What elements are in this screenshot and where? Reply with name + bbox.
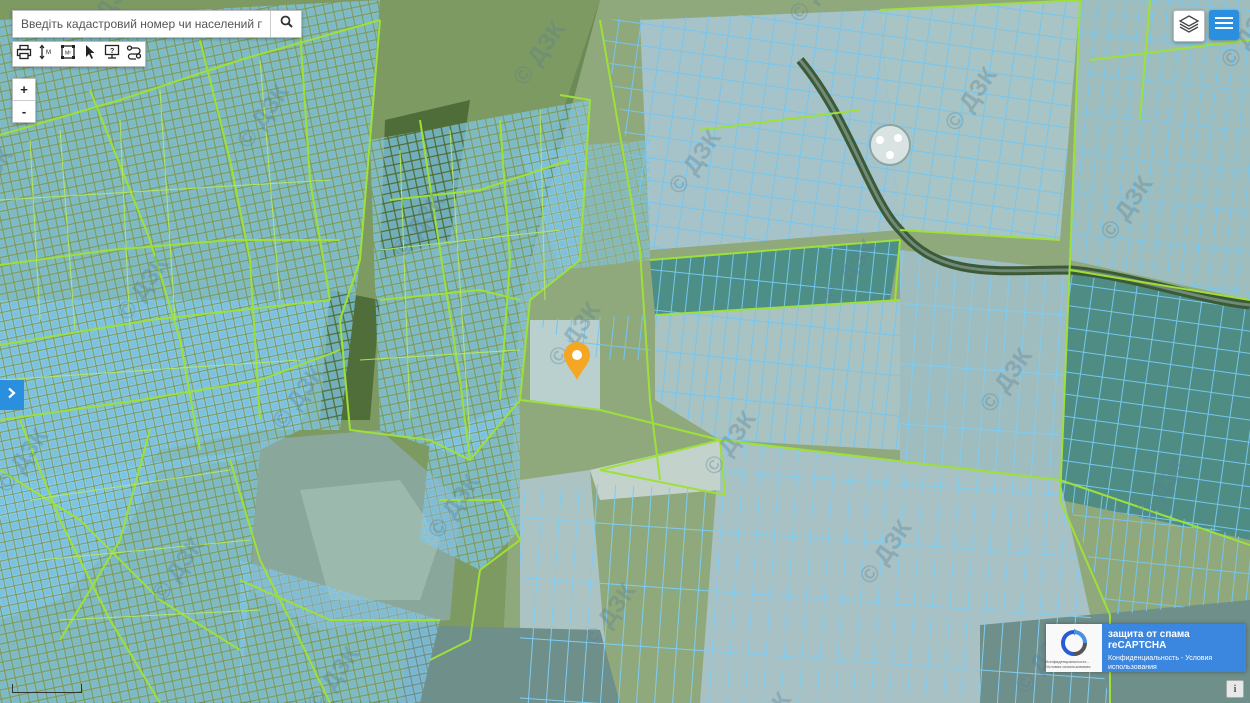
- zoom-out-button[interactable]: -: [13, 100, 35, 122]
- zoom-control: + -: [12, 78, 36, 123]
- identify-button[interactable]: ?: [101, 42, 123, 66]
- layers-button[interactable]: [1173, 10, 1205, 42]
- info-icon[interactable]: i: [1226, 680, 1244, 698]
- svg-text:M: M: [46, 50, 51, 56]
- cadastral-map[interactable]: © ДЗК: [0, 0, 1250, 703]
- chevron-right-icon: [6, 386, 18, 404]
- recaptcha-mini-links: Конфиденциальность - Условия использован…: [1046, 658, 1091, 669]
- search-input[interactable]: [13, 11, 270, 37]
- measure-area-icon: M²: [60, 44, 76, 65]
- print-button[interactable]: [13, 42, 35, 66]
- scale-bar: [12, 684, 82, 693]
- select-tool-button[interactable]: [79, 42, 101, 66]
- side-panel-toggle[interactable]: [0, 380, 24, 410]
- svg-text:?: ?: [110, 48, 114, 55]
- recaptcha-links[interactable]: Конфиденциальность - Условия использован…: [1108, 654, 1240, 672]
- watermark: [0, 0, 1250, 703]
- map-toolbar: M M² ?: [12, 41, 146, 67]
- measure-distance-icon: M: [38, 44, 54, 65]
- measure-area-button[interactable]: M²: [57, 42, 79, 66]
- recaptcha-logo: Конфиденциальность - Условия использован…: [1046, 624, 1102, 672]
- search-bar: [12, 10, 302, 38]
- layers-icon: [1178, 14, 1200, 39]
- svg-text:M²: M²: [65, 50, 71, 56]
- recaptcha-badge[interactable]: Конфиденциальность - Условия использован…: [1046, 624, 1246, 672]
- search-icon: [280, 15, 293, 33]
- info-identify-icon: ?: [104, 44, 120, 65]
- menu-button[interactable]: [1209, 10, 1239, 40]
- print-icon: [16, 44, 32, 65]
- route-icon: [126, 44, 142, 65]
- route-button[interactable]: [123, 42, 145, 66]
- measure-distance-button[interactable]: M: [35, 42, 57, 66]
- zoom-in-button[interactable]: +: [13, 79, 35, 100]
- select-pointer-icon: [82, 44, 98, 65]
- search-button[interactable]: [270, 11, 301, 37]
- hamburger-menu-icon: [1215, 16, 1233, 35]
- recaptcha-title: защита от спама reCAPTCHA: [1108, 629, 1190, 651]
